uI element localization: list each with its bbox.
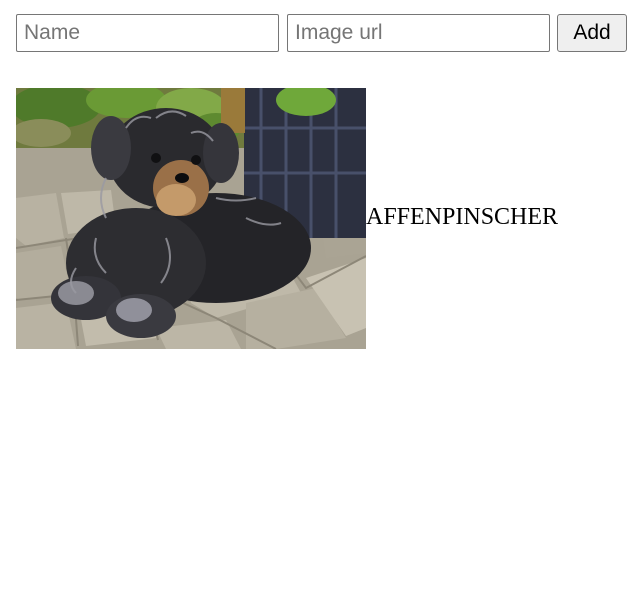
add-dog-form: Add [16, 14, 627, 52]
dog-photo [16, 88, 366, 349]
name-input[interactable] [16, 14, 279, 52]
image-url-input[interactable] [287, 14, 550, 52]
add-button[interactable]: Add [557, 14, 627, 52]
list-item: AFFENPINSCHER [16, 88, 558, 349]
dog-name: AFFENPINSCHER [366, 204, 559, 230]
dog-list: AFFENPINSCHER [16, 88, 558, 349]
